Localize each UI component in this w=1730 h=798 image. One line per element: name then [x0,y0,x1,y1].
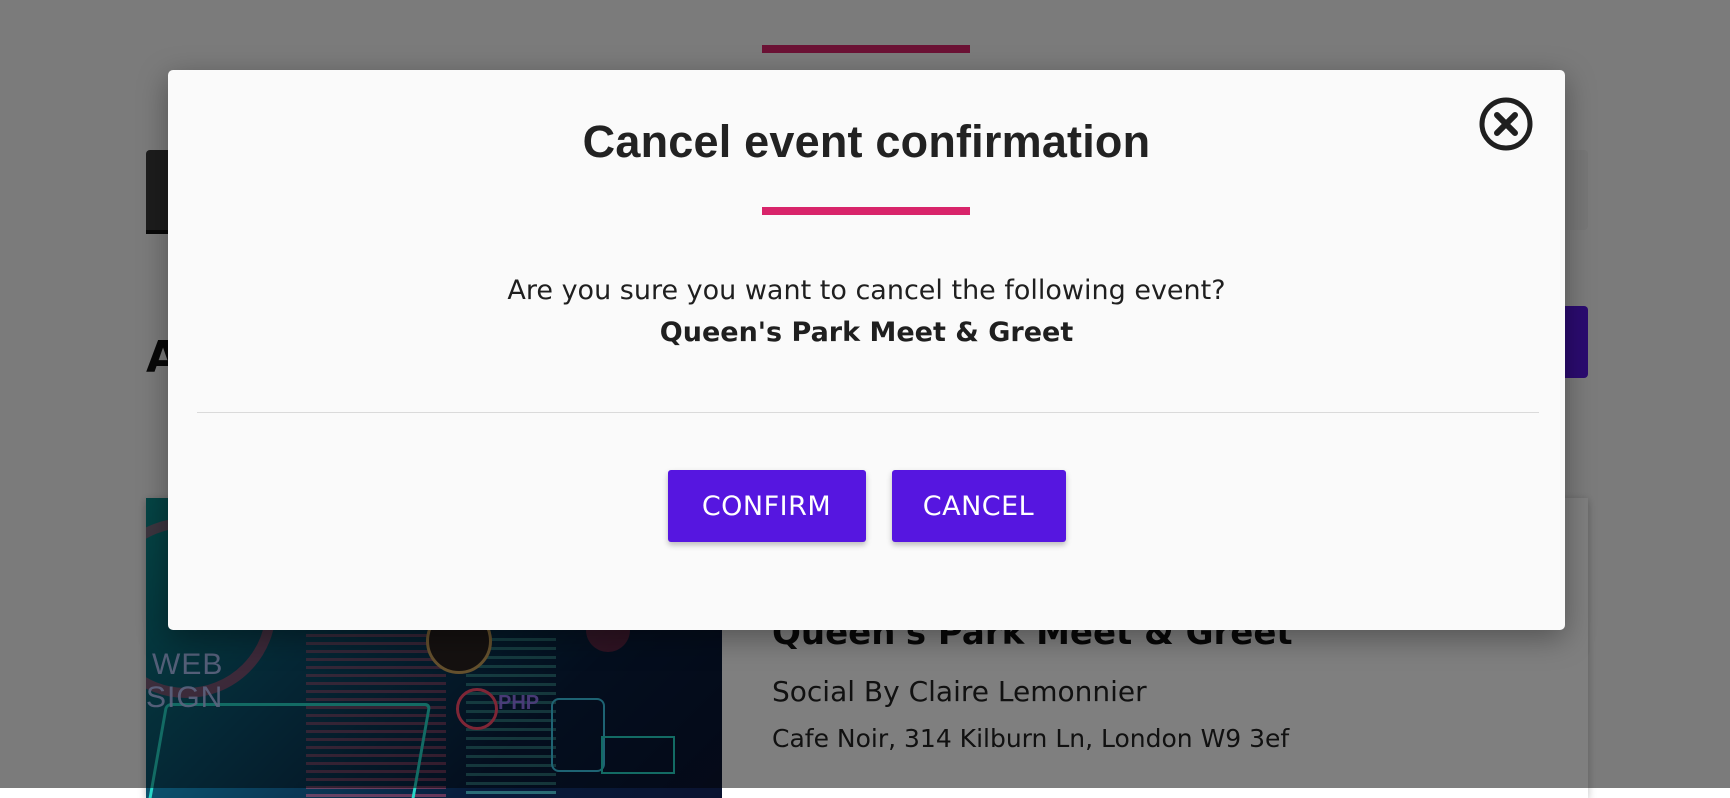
cancel-event-modal: Cancel event confirmation Are you sure y… [168,70,1565,630]
modal-question: Are you sure you want to cancel the foll… [507,275,1226,306]
cancel-button[interactable]: CANCEL [891,470,1066,542]
modal-divider [197,412,1539,413]
modal-title: Cancel event confirmation [582,116,1151,167]
title-underline [762,207,970,215]
modal-actions: CONFIRM CANCEL [168,470,1565,542]
modal-event-name: Queen's Park Meet & Greet [659,317,1074,348]
confirm-button[interactable]: CONFIRM [667,470,866,542]
